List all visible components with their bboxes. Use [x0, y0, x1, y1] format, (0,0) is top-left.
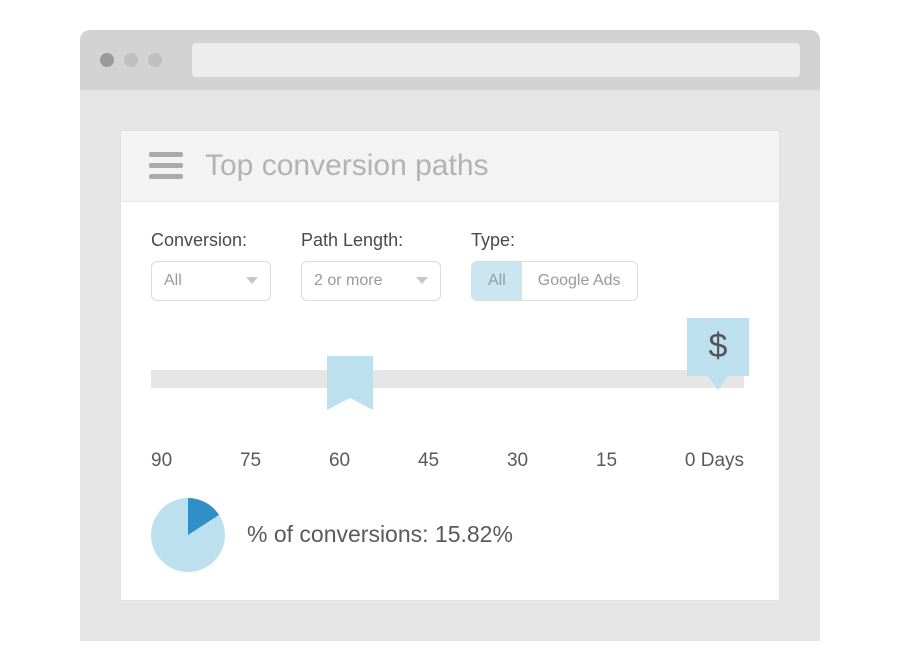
conversion-label-prefix: % of conversions: [247, 521, 435, 547]
url-bar[interactable] [192, 43, 800, 77]
conversion-row: % of conversions: 15.82% [151, 498, 749, 572]
browser-top-bar [80, 30, 820, 90]
hamburger-icon[interactable] [149, 152, 183, 179]
timeline-labels: 9075604530150 Days [151, 450, 749, 472]
path-length-dropdown[interactable]: 2 or more [301, 261, 441, 301]
type-filter: Type: All Google Ads [471, 230, 638, 301]
timeline-tick: 60 [329, 450, 418, 472]
timeline-tick: 0 Days [685, 450, 744, 472]
path-length-filter: Path Length: 2 or more [301, 230, 441, 301]
chevron-down-icon [416, 277, 428, 284]
filter-row: Conversion: All Path Length: 2 or more [151, 230, 749, 301]
traffic-lights [100, 53, 162, 67]
type-label: Type: [471, 230, 638, 251]
timeline-slider-handle[interactable] [327, 356, 373, 410]
browser-frame: Top conversion paths Conversion: All Pat… [80, 30, 820, 641]
dollar-icon: $ [709, 327, 728, 366]
conversion-pie-chart [151, 498, 225, 572]
panel-header: Top conversion paths [121, 131, 779, 202]
panel-body: Conversion: All Path Length: 2 or more [121, 202, 779, 600]
traffic-light [100, 53, 114, 67]
traffic-light [124, 53, 138, 67]
timeline-tick: 30 [507, 450, 596, 472]
timeline-tick: 15 [596, 450, 685, 472]
timeline: $ [151, 356, 749, 436]
type-toggle: All Google Ads [471, 261, 638, 301]
page-title: Top conversion paths [205, 149, 489, 183]
conversion-percent: 15.82% [435, 521, 513, 547]
chevron-down-icon [246, 277, 258, 284]
timeline-tick: 45 [418, 450, 507, 472]
path-length-value: 2 or more [314, 272, 382, 290]
type-option-all[interactable]: All [472, 262, 522, 300]
conversion-text: % of conversions: 15.82% [247, 521, 513, 548]
timeline-tick: 75 [240, 450, 329, 472]
page-body: Top conversion paths Conversion: All Pat… [80, 90, 820, 641]
dollar-marker: $ [687, 318, 749, 376]
type-option-google-ads[interactable]: Google Ads [522, 262, 637, 300]
timeline-track [151, 370, 744, 388]
conversion-label: Conversion: [151, 230, 271, 251]
timeline-tick: 90 [151, 450, 240, 472]
conversion-filter: Conversion: All [151, 230, 271, 301]
conversion-value: All [164, 272, 182, 290]
path-length-label: Path Length: [301, 230, 441, 251]
main-panel: Top conversion paths Conversion: All Pat… [120, 130, 780, 601]
traffic-light [148, 53, 162, 67]
conversion-dropdown[interactable]: All [151, 261, 271, 301]
